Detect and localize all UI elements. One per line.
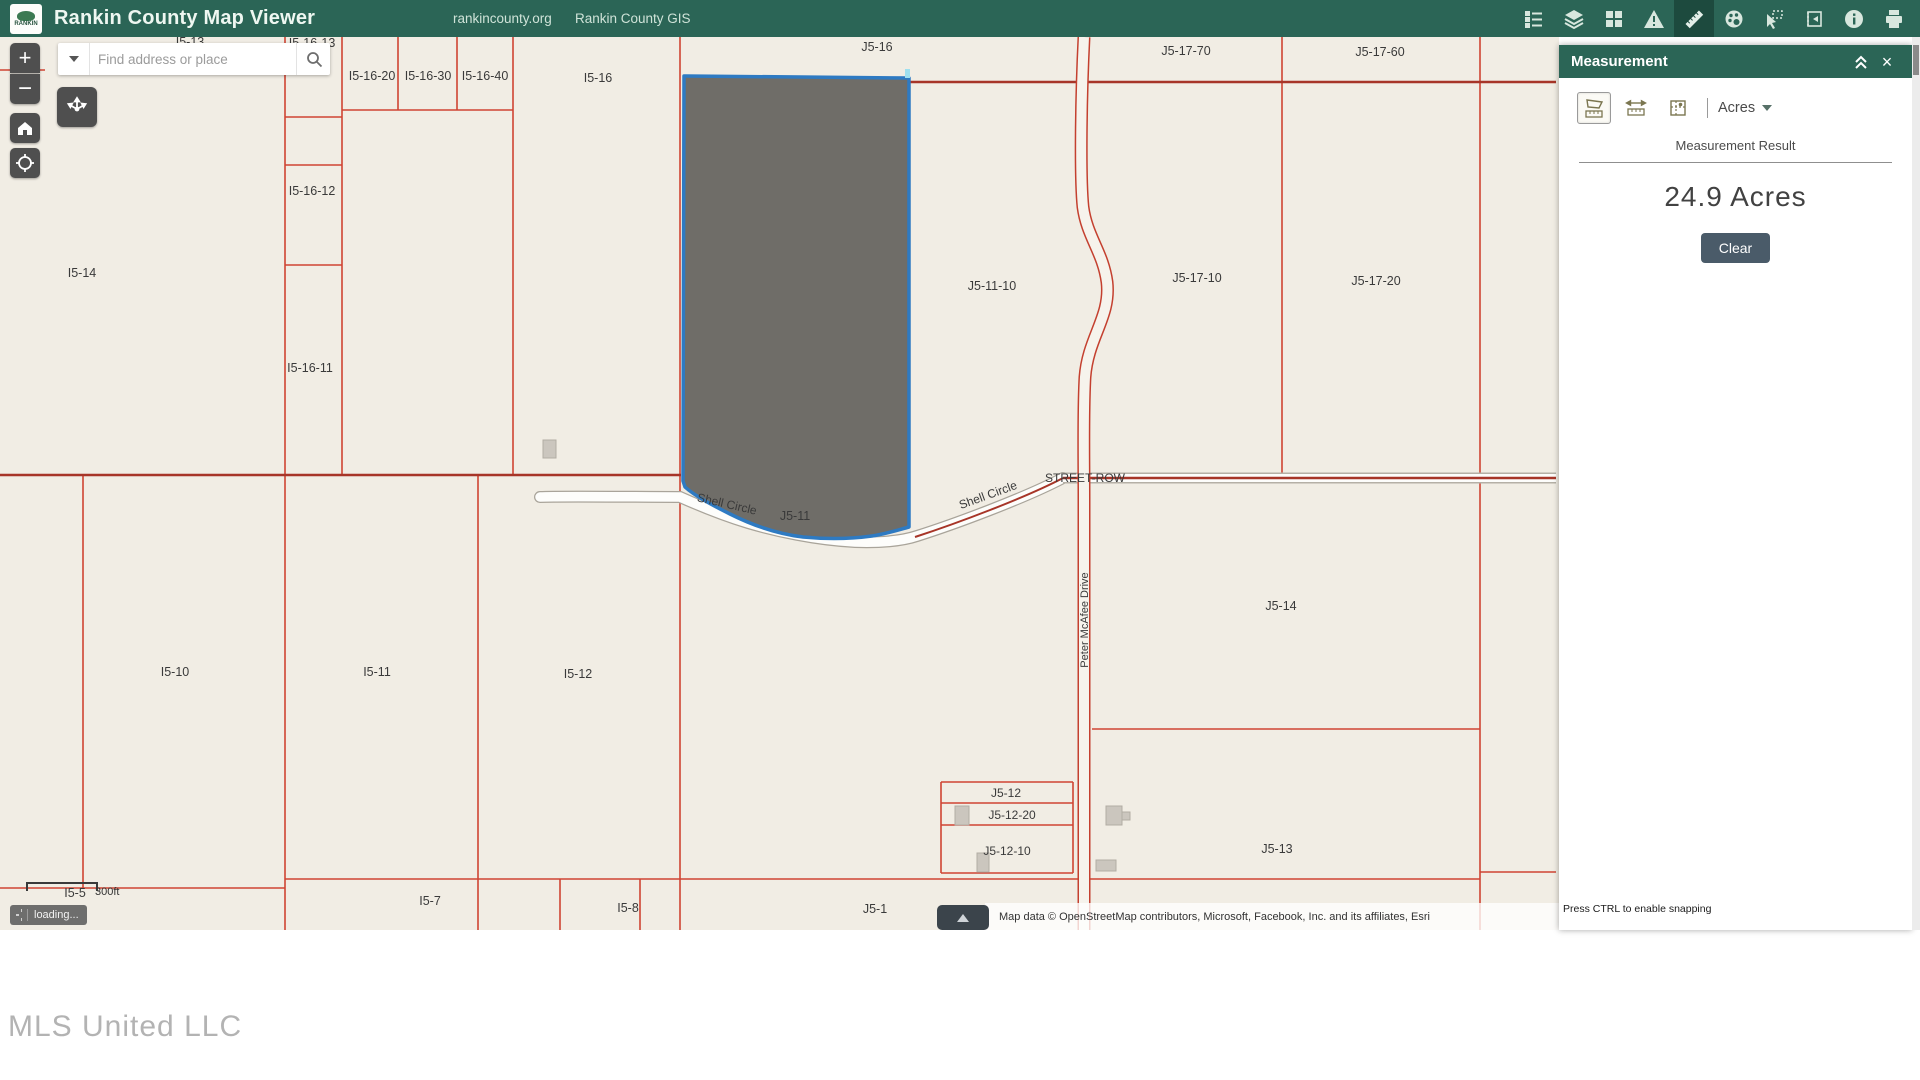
loading-indicator: loading... xyxy=(10,905,87,925)
home-button[interactable] xyxy=(10,113,40,143)
parcel-label: J5-17-60 xyxy=(1355,45,1404,59)
attribution-toggle-button[interactable] xyxy=(937,905,989,930)
measurement-result-value: 24.9 Acres xyxy=(1559,181,1912,213)
search-source-dropdown[interactable] xyxy=(58,43,90,75)
measurement-result-caption: Measurement Result xyxy=(1559,138,1912,153)
parcel-label: I5-16-12 xyxy=(289,184,336,198)
chevron-up-icon xyxy=(957,914,969,922)
panel-collapse-button[interactable] xyxy=(1848,49,1874,75)
scrollbar-track[interactable] xyxy=(1912,37,1920,930)
link-rankin-county-gis[interactable]: Rankin County GIS xyxy=(575,11,691,26)
link-rankincounty-org[interactable]: rankincounty.org xyxy=(453,11,552,26)
search-box xyxy=(58,43,330,75)
toolbar-separator xyxy=(1707,98,1708,118)
unit-dropdown-value: Acres xyxy=(1718,100,1755,116)
parcel-label: Shell Circle xyxy=(696,490,758,517)
zoom-controls: + − xyxy=(10,43,40,104)
measurement-toolbar: Acres xyxy=(1577,92,1912,124)
unit-dropdown[interactable]: Acres xyxy=(1718,100,1772,116)
locate-icon xyxy=(15,153,35,173)
parcel-label: J5-13 xyxy=(1261,842,1292,856)
header-toolbar xyxy=(1514,0,1914,37)
app-header: RANKIN Rankin County Map Viewer rankinco… xyxy=(0,0,1920,37)
draw-icon[interactable] xyxy=(1714,0,1754,37)
spinner-icon xyxy=(16,909,28,921)
county-logo-text: RANKIN xyxy=(14,21,37,27)
parcel-label: J5-17-10 xyxy=(1172,271,1221,285)
panel-close-button[interactable]: × xyxy=(1874,49,1900,75)
swipe-icon[interactable] xyxy=(1794,0,1834,37)
parcel-label: I5-16 xyxy=(584,71,613,85)
measurement-panel: Measurement × xyxy=(1559,45,1912,930)
zoom-in-button[interactable]: + xyxy=(10,43,40,73)
parcel-label: J5-16 xyxy=(861,40,892,54)
scrollbar-thumb[interactable] xyxy=(1913,45,1919,75)
parcel-label: I5-10 xyxy=(161,665,190,679)
share-icon xyxy=(65,95,89,119)
area-tool-icon xyxy=(1583,97,1605,119)
parcel-label: J5-1 xyxy=(863,902,887,916)
parcel-label: J5-12-10 xyxy=(983,844,1030,858)
edit-select-icon[interactable] xyxy=(1754,0,1794,37)
attribution-text: Map data © OpenStreetMap contributors, M… xyxy=(985,911,1430,923)
watermark-text: MLS United LLC xyxy=(8,1010,242,1044)
parcel-label: I5-16-40 xyxy=(462,69,509,83)
print-icon[interactable] xyxy=(1874,0,1914,37)
parcel-label: STREET-ROW xyxy=(1045,471,1125,485)
parcel-label: I5-14 xyxy=(68,266,97,280)
measurement-panel-title: Measurement xyxy=(1571,53,1848,70)
parcel-label: I5-7 xyxy=(419,894,441,908)
scale-label: 300ft xyxy=(95,886,119,898)
measure-distance-button[interactable] xyxy=(1619,92,1653,124)
distance-tool-icon xyxy=(1625,97,1647,119)
parcel-label: J5-11-10 xyxy=(968,279,1016,293)
layers-icon[interactable] xyxy=(1554,0,1594,37)
county-seal-icon xyxy=(17,11,35,21)
parcel-label: J5-12-20 xyxy=(988,808,1035,822)
chevron-down-icon xyxy=(69,56,79,62)
basemap-gallery-icon[interactable] xyxy=(1594,0,1634,37)
attribution-bar: Map data © OpenStreetMap contributors, M… xyxy=(985,903,1559,930)
parcel-label-layer: I5-13I5-16-13I5-16-20I5-16-30I5-16-40I5-… xyxy=(0,37,1559,930)
county-logo: RANKIN xyxy=(10,4,42,34)
search-icon xyxy=(305,50,323,68)
double-chevron-up-icon xyxy=(1853,54,1869,70)
page-title: Rankin County Map Viewer xyxy=(54,7,315,30)
search-submit-button[interactable] xyxy=(296,43,330,75)
parcel-label: I5-12 xyxy=(564,667,593,681)
loading-text: loading... xyxy=(34,909,79,921)
measurement-panel-header: Measurement × xyxy=(1559,45,1912,78)
clear-button[interactable]: Clear xyxy=(1701,233,1770,263)
parcel-label: J5-12 xyxy=(991,786,1021,800)
location-tool-icon xyxy=(1667,97,1689,119)
snapping-tooltip: Press CTRL to enable snapping xyxy=(1563,903,1711,915)
search-input[interactable] xyxy=(90,43,296,75)
parcel-label: I5-16-11 xyxy=(287,361,333,375)
measure-location-button[interactable] xyxy=(1661,92,1695,124)
parcel-label: J5-14 xyxy=(1265,599,1296,613)
zoom-out-button[interactable]: − xyxy=(10,74,40,104)
home-icon xyxy=(16,119,34,137)
parcel-label: I5-8 xyxy=(617,901,639,915)
scale-bar xyxy=(26,882,98,891)
parcel-label: J5-17-20 xyxy=(1351,274,1400,288)
share-button[interactable] xyxy=(57,87,97,127)
map-canvas[interactable]: I5-13I5-16-13I5-16-20I5-16-30I5-16-40I5-… xyxy=(0,37,1559,930)
locate-button[interactable] xyxy=(10,148,40,178)
parcel-label: I5-11 xyxy=(363,665,391,679)
measure-icon[interactable] xyxy=(1674,0,1714,37)
parcel-label: Peter McAfee Drive xyxy=(1079,572,1091,667)
alerts-icon[interactable] xyxy=(1634,0,1674,37)
parcel-label: I5-16-20 xyxy=(349,69,396,83)
panel-divider xyxy=(1579,162,1892,163)
legend-icon[interactable] xyxy=(1514,0,1554,37)
chevron-down-icon xyxy=(1762,105,1772,111)
parcel-label: J5-17-70 xyxy=(1161,44,1210,58)
parcel-label: I5-16-30 xyxy=(405,69,452,83)
parcel-label: J5-11 xyxy=(780,509,810,523)
measure-area-button[interactable] xyxy=(1577,92,1611,124)
parcel-label: Shell Circle xyxy=(957,478,1019,512)
info-icon[interactable] xyxy=(1834,0,1874,37)
